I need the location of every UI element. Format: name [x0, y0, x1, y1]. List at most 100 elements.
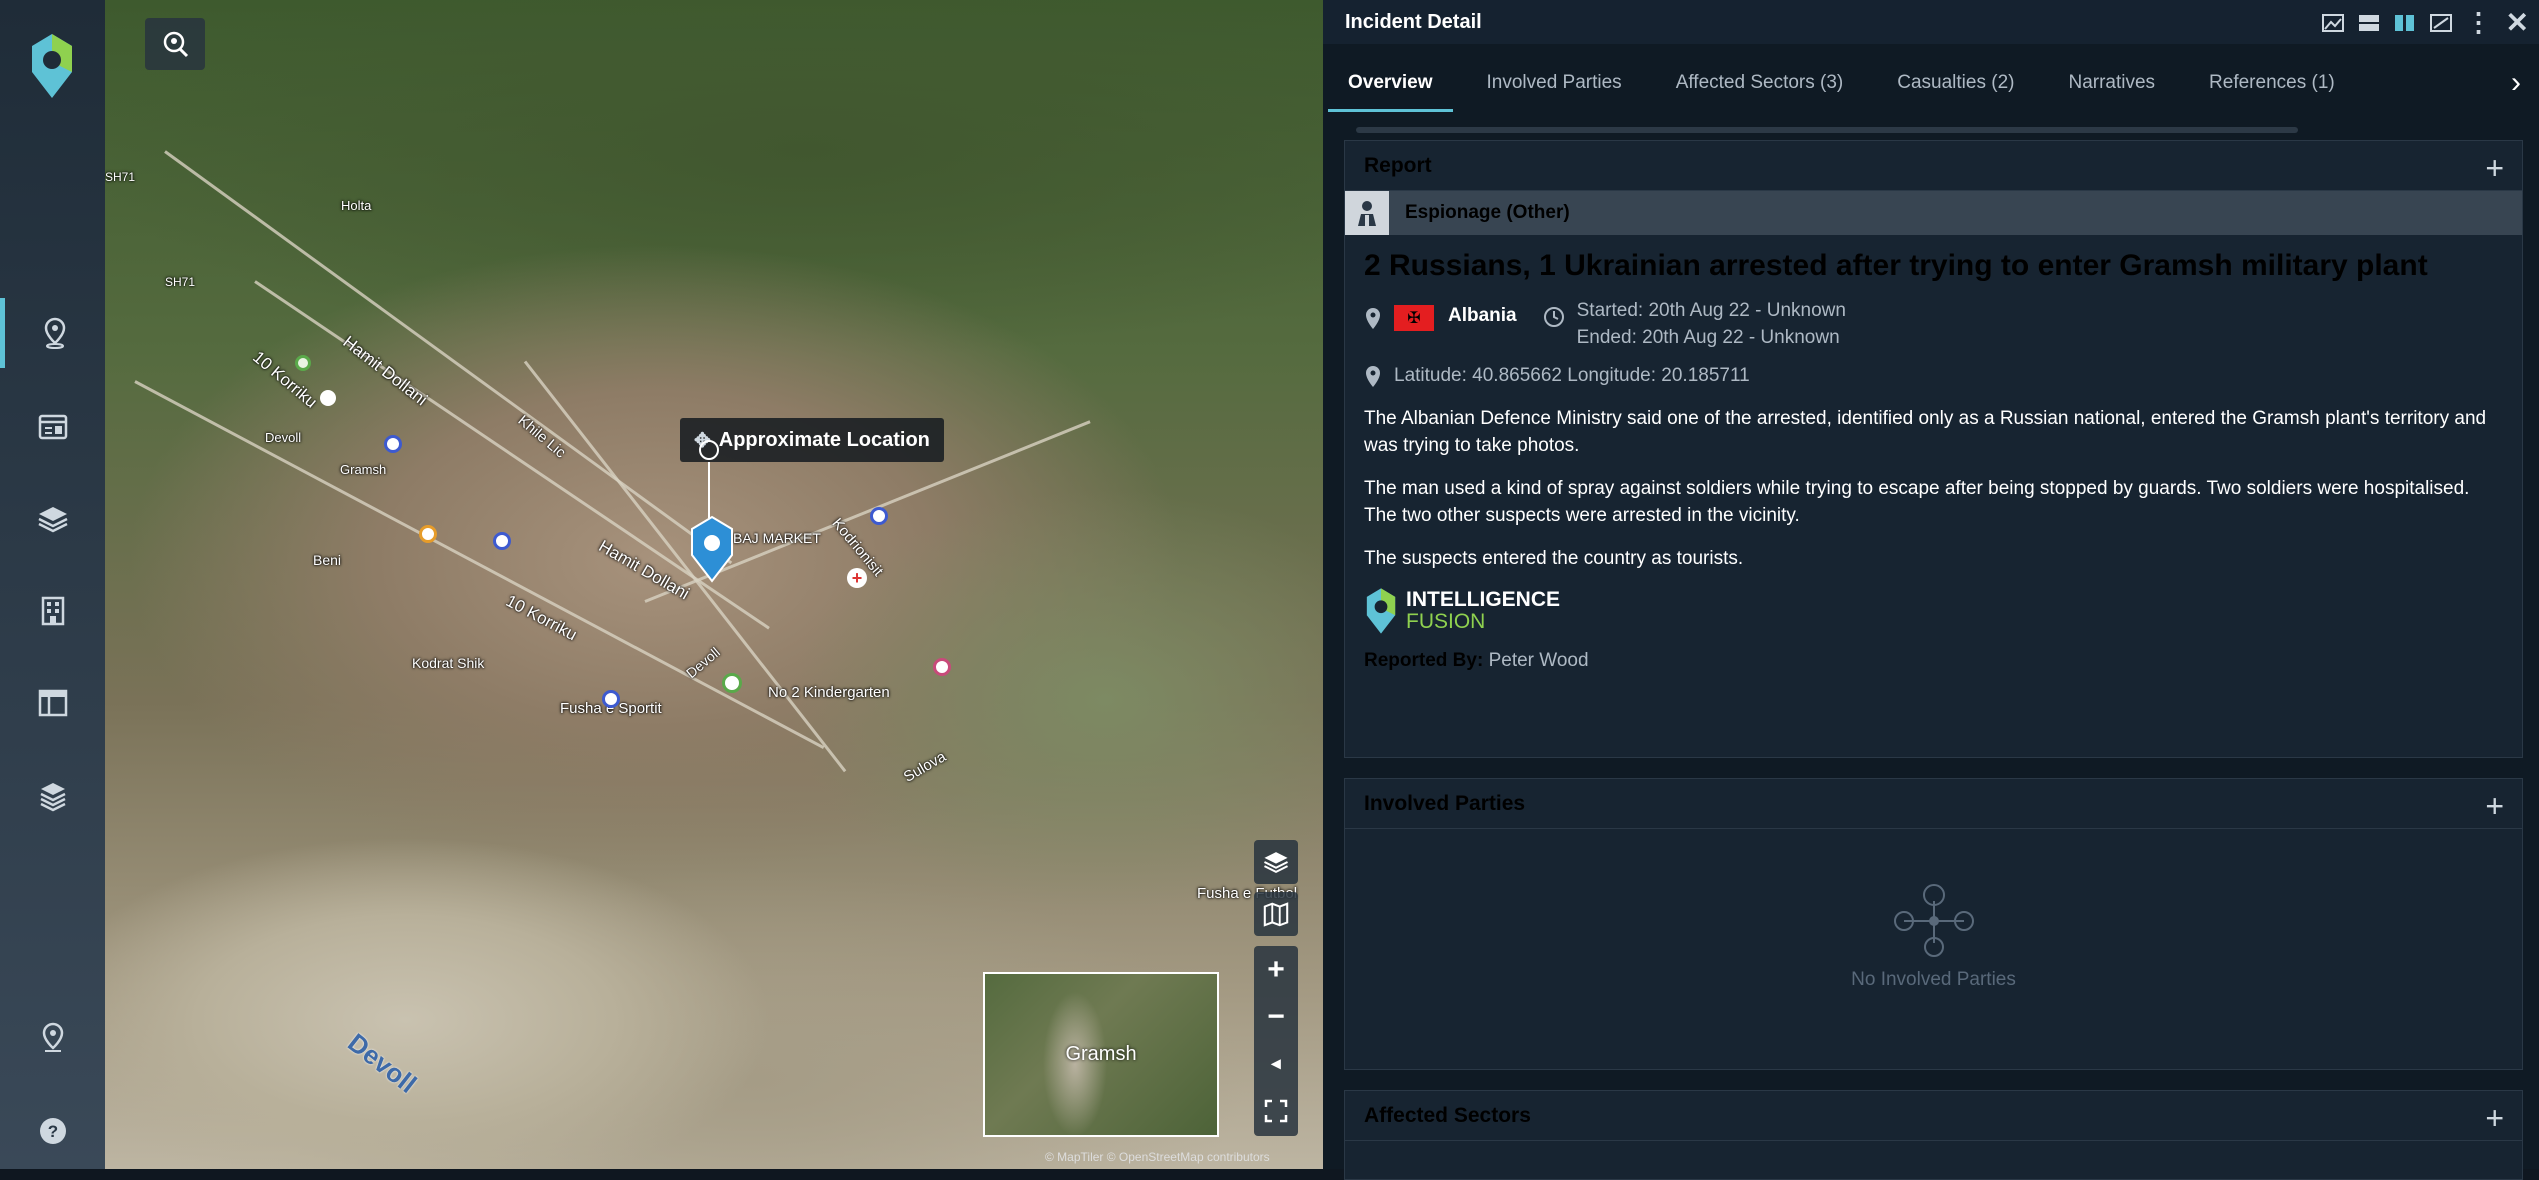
chevron-right-icon[interactable]: ›: [2511, 66, 2521, 100]
tab-involved-parties[interactable]: Involved Parties: [1487, 44, 1622, 122]
incident-category: Espionage (Other): [1405, 202, 1570, 223]
incident-location-marker[interactable]: [688, 515, 736, 585]
hospital-marker[interactable]: +: [847, 568, 867, 588]
map-label: Beni: [313, 552, 342, 568]
location-pin-icon: [1366, 308, 1380, 329]
zoom-in-button[interactable]: +: [1254, 946, 1298, 993]
layout-columns-icon[interactable]: [2394, 14, 2416, 32]
location-time-row: ✠ Albania Started: 20th Aug 22 - Unknown…: [1364, 300, 2503, 351]
map-view[interactable]: Holta SH71 SH71 Hamit Dollani 10 Korriku…: [105, 0, 1323, 1169]
expand-plus-icon[interactable]: +: [2485, 788, 2504, 825]
sidebar-item-location[interactable]: [0, 1003, 105, 1073]
poi-marker[interactable]: [722, 673, 742, 693]
map-label: Holta: [341, 198, 372, 213]
tab-affected-sectors[interactable]: Affected Sectors (3): [1676, 44, 1844, 122]
poi-marker[interactable]: [384, 435, 402, 453]
sidebar-item-map[interactable]: [0, 298, 105, 368]
expand-plus-icon[interactable]: +: [2485, 1100, 2504, 1137]
intelligence-fusion-logo-icon: [1366, 588, 1396, 634]
report-paragraph: The Albanian Defence Ministry said one o…: [1364, 408, 2487, 456]
fullscreen-button[interactable]: [1254, 1087, 1298, 1134]
svg-text:?: ?: [47, 1122, 57, 1141]
sidebar-item-help[interactable]: ?: [0, 1096, 105, 1166]
tab-casualties[interactable]: Casualties (2): [1897, 44, 2014, 122]
zoom-controls: + − ◂: [1254, 946, 1298, 1136]
layout-map-only-icon[interactable]: [2321, 13, 2344, 32]
sidebar-item-incidents[interactable]: [0, 392, 105, 462]
layers-icon: [37, 507, 68, 533]
map-label: Devoll: [265, 430, 302, 445]
sidebar-item-layers[interactable]: [0, 484, 105, 554]
involved-parties-card: Involved Parties + No Involved Parties: [1344, 778, 2523, 1070]
tooltip-label: Approximate Location: [718, 428, 930, 451]
zoom-out-button[interactable]: −: [1254, 993, 1298, 1040]
sidebar: ?: [0, 0, 105, 1169]
poi-marker[interactable]: [870, 507, 888, 525]
poi-marker[interactable]: [295, 355, 311, 371]
more-options-icon[interactable]: ⋮: [2466, 7, 2492, 38]
sidebar-item-dashboard[interactable]: [0, 668, 105, 738]
poi-marker[interactable]: [419, 525, 437, 543]
search-location-icon: [163, 31, 189, 58]
poi-marker[interactable]: [933, 658, 951, 676]
map-attribution[interactable]: © MapTiler © OpenStreetMap contributors: [1045, 1150, 1270, 1164]
map-label: Devoll: [682, 643, 723, 682]
location-pin-icon: [1366, 366, 1380, 387]
folded-map-icon: [1263, 902, 1289, 927]
map-style-button[interactable]: [1254, 892, 1298, 936]
poi-marker[interactable]: [602, 690, 620, 708]
espionage-icon: [1345, 191, 1389, 235]
involved-parties-empty: No Involved Parties: [1345, 881, 2522, 991]
involved-parties-title: Involved Parties: [1364, 791, 1526, 815]
building-icon: [41, 596, 64, 626]
incident-coordinates: Latitude: 40.865662 Longitude: 20.185711: [1394, 365, 1750, 386]
coordinates-row: Latitude: 40.865662 Longitude: 20.185711: [1364, 365, 2503, 389]
app-logo[interactable]: [28, 32, 76, 100]
tab-references[interactable]: References (1): [2209, 44, 2335, 122]
location-pin-icon: [42, 1022, 63, 1052]
tab-bar: Overview Involved Parties Affected Secto…: [1323, 44, 2539, 122]
map-label: No 2 Kindergarten: [768, 684, 890, 701]
report-card-title: Report: [1364, 153, 1432, 177]
report-card: Report + Espionage (Other) 2 Russians, 1…: [1344, 140, 2523, 758]
map-label: SH71: [165, 275, 196, 289]
close-icon[interactable]: ✕: [2506, 6, 2529, 39]
tooltip-anchor-circle: [699, 440, 719, 460]
river-label: Devoll: [342, 1027, 423, 1099]
overview-minimap[interactable]: Gramsh: [983, 972, 1219, 1137]
road: [164, 150, 733, 565]
reported-by-row: Reported By: Peter Wood: [1364, 650, 2503, 672]
layout-rows-icon[interactable]: [2358, 14, 2380, 32]
compass-button[interactable]: ◂: [1254, 1040, 1298, 1087]
map-layers-button[interactable]: [1254, 840, 1298, 884]
map-pin-icon: [44, 317, 66, 349]
map-label: SH71: [105, 170, 136, 184]
source-logo: INTELLIGENCE FUSION: [1364, 586, 2503, 636]
map-label: 10 Korriku: [249, 347, 321, 412]
report-card-header: Report +: [1345, 141, 2522, 191]
approximate-location-tooltip: ✥ Approximate Location: [680, 418, 944, 462]
help-icon: ?: [39, 1118, 66, 1144]
layers-icon: [1264, 852, 1288, 874]
incident-start-date: Started: 20th Aug 22 - Unknown: [1576, 300, 1846, 321]
poi-marker[interactable]: [320, 390, 336, 406]
involved-parties-header: Involved Parties +: [1345, 779, 2522, 829]
reported-by-name: Peter Wood: [1488, 650, 1589, 671]
tab-overview[interactable]: Overview: [1328, 44, 1452, 122]
report-paragraph: The man used a kind of spray against sol…: [1364, 478, 2470, 526]
incident-country: Albania: [1448, 305, 1517, 326]
report-paragraph: The suspects entered the country as tour…: [1364, 548, 1744, 569]
tab-scrollbar[interactable]: [1356, 127, 2298, 133]
locate-button[interactable]: [145, 18, 205, 70]
fullscreen-icon: [1264, 1099, 1288, 1122]
tab-narratives[interactable]: Narratives: [2068, 44, 2155, 122]
sidebar-item-buildings[interactable]: [0, 576, 105, 646]
expand-plus-icon[interactable]: +: [2485, 150, 2504, 187]
minimap-label: Gramsh: [1065, 1043, 1137, 1065]
sidebar-item-stack[interactable]: [0, 762, 105, 832]
network-people-icon: [1893, 884, 1974, 957]
layout-panel-only-icon[interactable]: [2429, 13, 2452, 32]
poi-marker[interactable]: [493, 532, 511, 550]
panel-title: Incident Detail: [1345, 10, 1482, 33]
affected-sectors-card: Affected Sectors +: [1344, 1090, 2523, 1180]
